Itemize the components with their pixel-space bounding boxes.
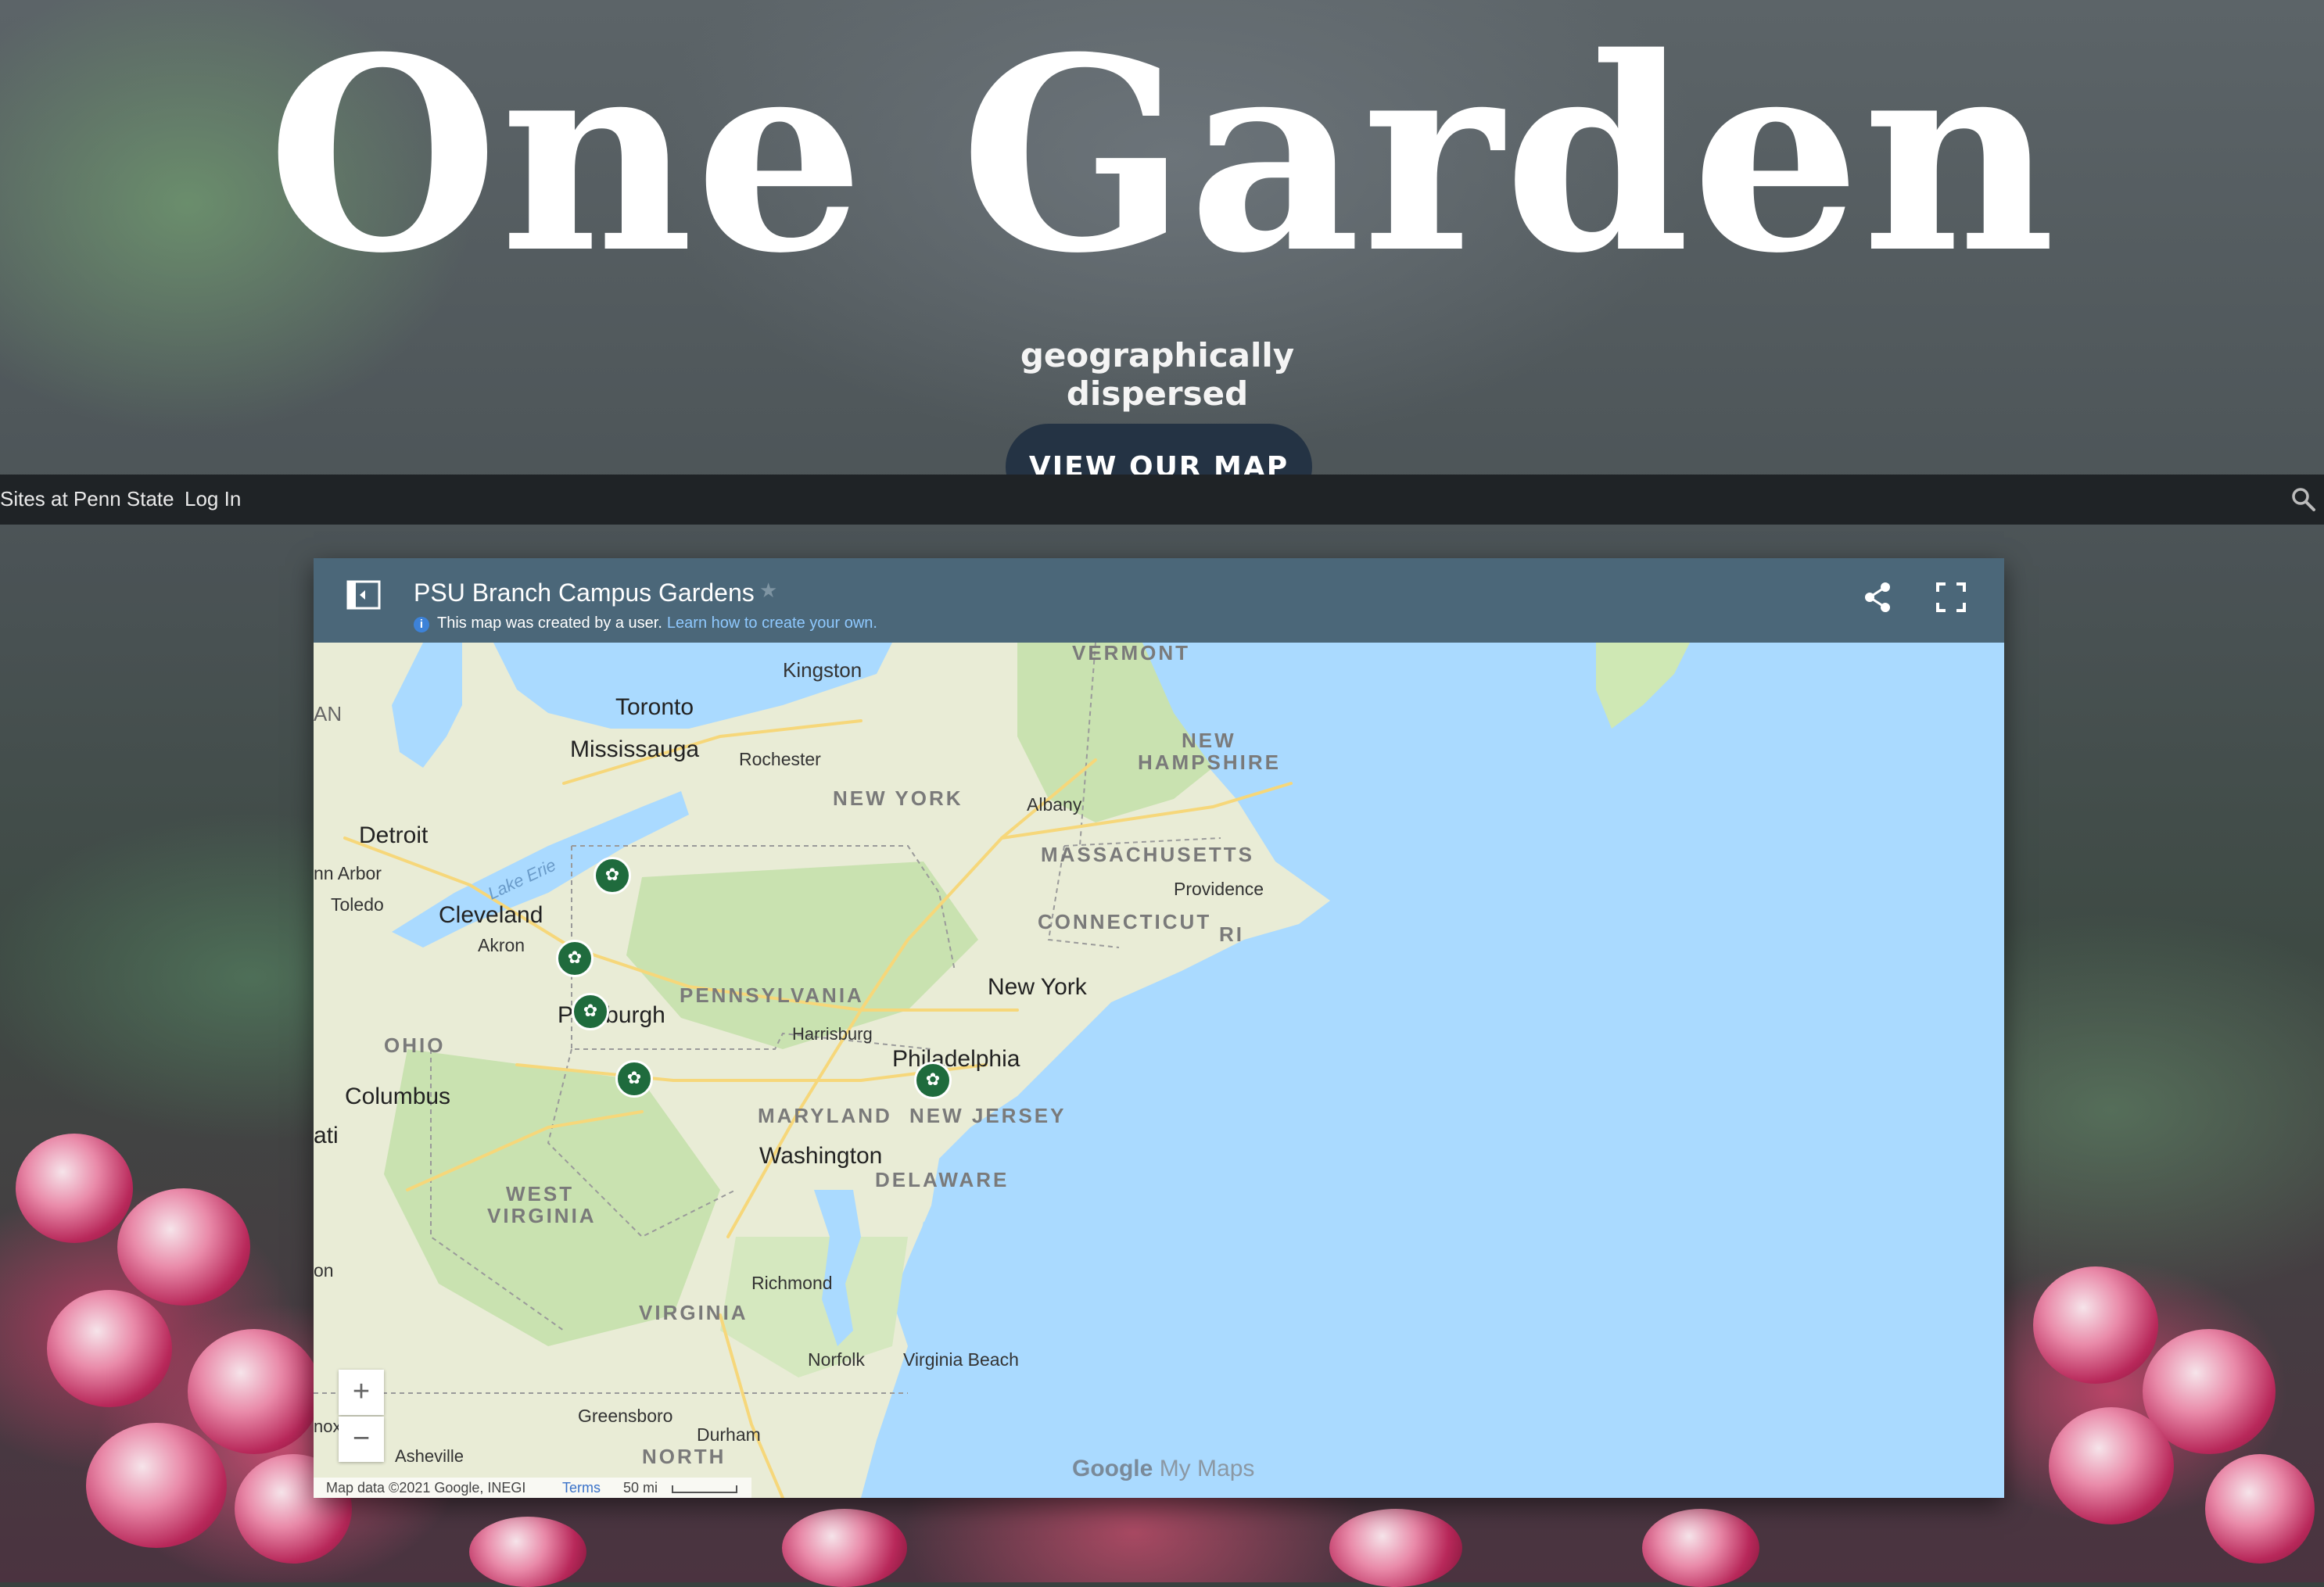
map-title: PSU Branch Campus Gardens (414, 579, 755, 607)
map-label: Akron (478, 935, 525, 955)
share-icon[interactable] (1863, 582, 1892, 617)
map-scale-label: 50 mi (623, 1480, 658, 1496)
map-label: MARYLAND (758, 1104, 892, 1127)
map-label: ati (314, 1123, 339, 1148)
map-label: on (314, 1260, 334, 1281)
learn-link[interactable]: Learn how to create your own. (667, 614, 877, 632)
admin-bar: Sites at Penn State Log In (0, 475, 2324, 525)
search-icon[interactable] (2290, 485, 2318, 514)
map-label: VIRGINIA (639, 1301, 748, 1324)
map-label: WEST (506, 1182, 575, 1205)
map-label: Albany (1027, 794, 1082, 815)
map-label: NEW (1182, 729, 1236, 752)
map-label: Toledo (331, 894, 384, 915)
map-label: Toronto (615, 694, 694, 720)
map-label: OHIO (384, 1034, 446, 1057)
zoom-in-button[interactable]: + (339, 1370, 384, 1415)
map-label: PENNSYLVANIA (680, 983, 864, 1007)
google-logo-text: Google (1072, 1456, 1153, 1481)
map-label: Durham (697, 1424, 761, 1445)
garden-marker[interactable]: ✿ (556, 940, 594, 977)
hero-subtitle: geographically dispersed (1020, 336, 1295, 413)
map-label: DELAWARE (875, 1168, 1010, 1191)
map-label: nn Arbor (314, 863, 382, 883)
terms-link[interactable]: Terms (562, 1480, 601, 1496)
map-label: NEW YORK (833, 786, 963, 810)
map-attribution-bar: Map data ©2021 Google, INEGI Terms 50 mi (314, 1478, 751, 1498)
map-attribution: Map data ©2021 Google, INEGI (326, 1480, 526, 1496)
sidebar-toggle-icon[interactable] (346, 580, 381, 614)
map-canvas[interactable]: VERMONT Kingston Toronto Mississauga Roc… (314, 641, 2004, 1498)
fullscreen-icon[interactable] (1935, 582, 1967, 617)
map-label: Harrisburg (792, 1024, 873, 1044)
map-label: Richmond (751, 1273, 833, 1293)
map-header: PSU Branch Campus Gardens ★ i This map wa… (314, 558, 2004, 643)
map-label: Philadelphia (892, 1046, 1020, 1072)
map-label: Providence (1174, 879, 1264, 899)
sites-at-penn-state-link[interactable]: Sites at Penn State (0, 487, 174, 511)
map-scale-bar (672, 1485, 737, 1493)
map-label: VIRGINIA (487, 1204, 597, 1227)
map-label: Columbus (345, 1084, 451, 1109)
map-label: MASSACHUSETTS (1041, 843, 1255, 866)
garden-marker[interactable]: ✿ (615, 1060, 653, 1098)
map-label: Asheville (395, 1446, 464, 1466)
garden-marker[interactable]: ✿ (914, 1062, 952, 1099)
hero-title: One Garden (267, 0, 2057, 312)
info-icon: i (414, 617, 429, 632)
map-label: nox (314, 1417, 342, 1436)
map-label: Cleveland (439, 902, 543, 928)
map-label: New York (988, 974, 1087, 1000)
map-label: NORTH (642, 1445, 726, 1468)
map-label: NEW JERSEY (909, 1104, 1067, 1127)
map-label: HAMPSHIRE (1138, 751, 1282, 774)
zoom-out-button[interactable]: − (339, 1417, 384, 1462)
map-label: Virginia Beach (903, 1349, 1019, 1370)
garden-marker[interactable]: ✿ (594, 857, 631, 894)
map-label: Mississauga (570, 736, 700, 762)
login-link[interactable]: Log In (185, 487, 241, 511)
map-label: Norfolk (808, 1349, 865, 1370)
map-label: VERMONT (1072, 641, 1190, 665)
star-icon[interactable]: ★ (759, 579, 777, 603)
map-label: Greensboro (578, 1406, 673, 1426)
map-label: Kingston (783, 658, 863, 682)
map-note-text: This map was created by a user. (437, 614, 662, 632)
map-label: RI (1219, 922, 1244, 946)
garden-marker[interactable]: ✿ (572, 993, 609, 1030)
map-label: Rochester (739, 749, 821, 769)
map-label: AN (314, 702, 343, 725)
google-my-maps-logo: Google My Maps (1072, 1456, 1254, 1482)
map-label: Washington (759, 1143, 883, 1169)
map-note: i This map was created by a user. Learn ho… (414, 614, 877, 632)
map-embed[interactable]: PSU Branch Campus Gardens ★ i This map wa… (314, 558, 2004, 1498)
map-label: Detroit (359, 822, 429, 848)
my-maps-logo-text: My Maps (1159, 1456, 1255, 1481)
map-label: CONNECTICUT (1038, 910, 1212, 933)
